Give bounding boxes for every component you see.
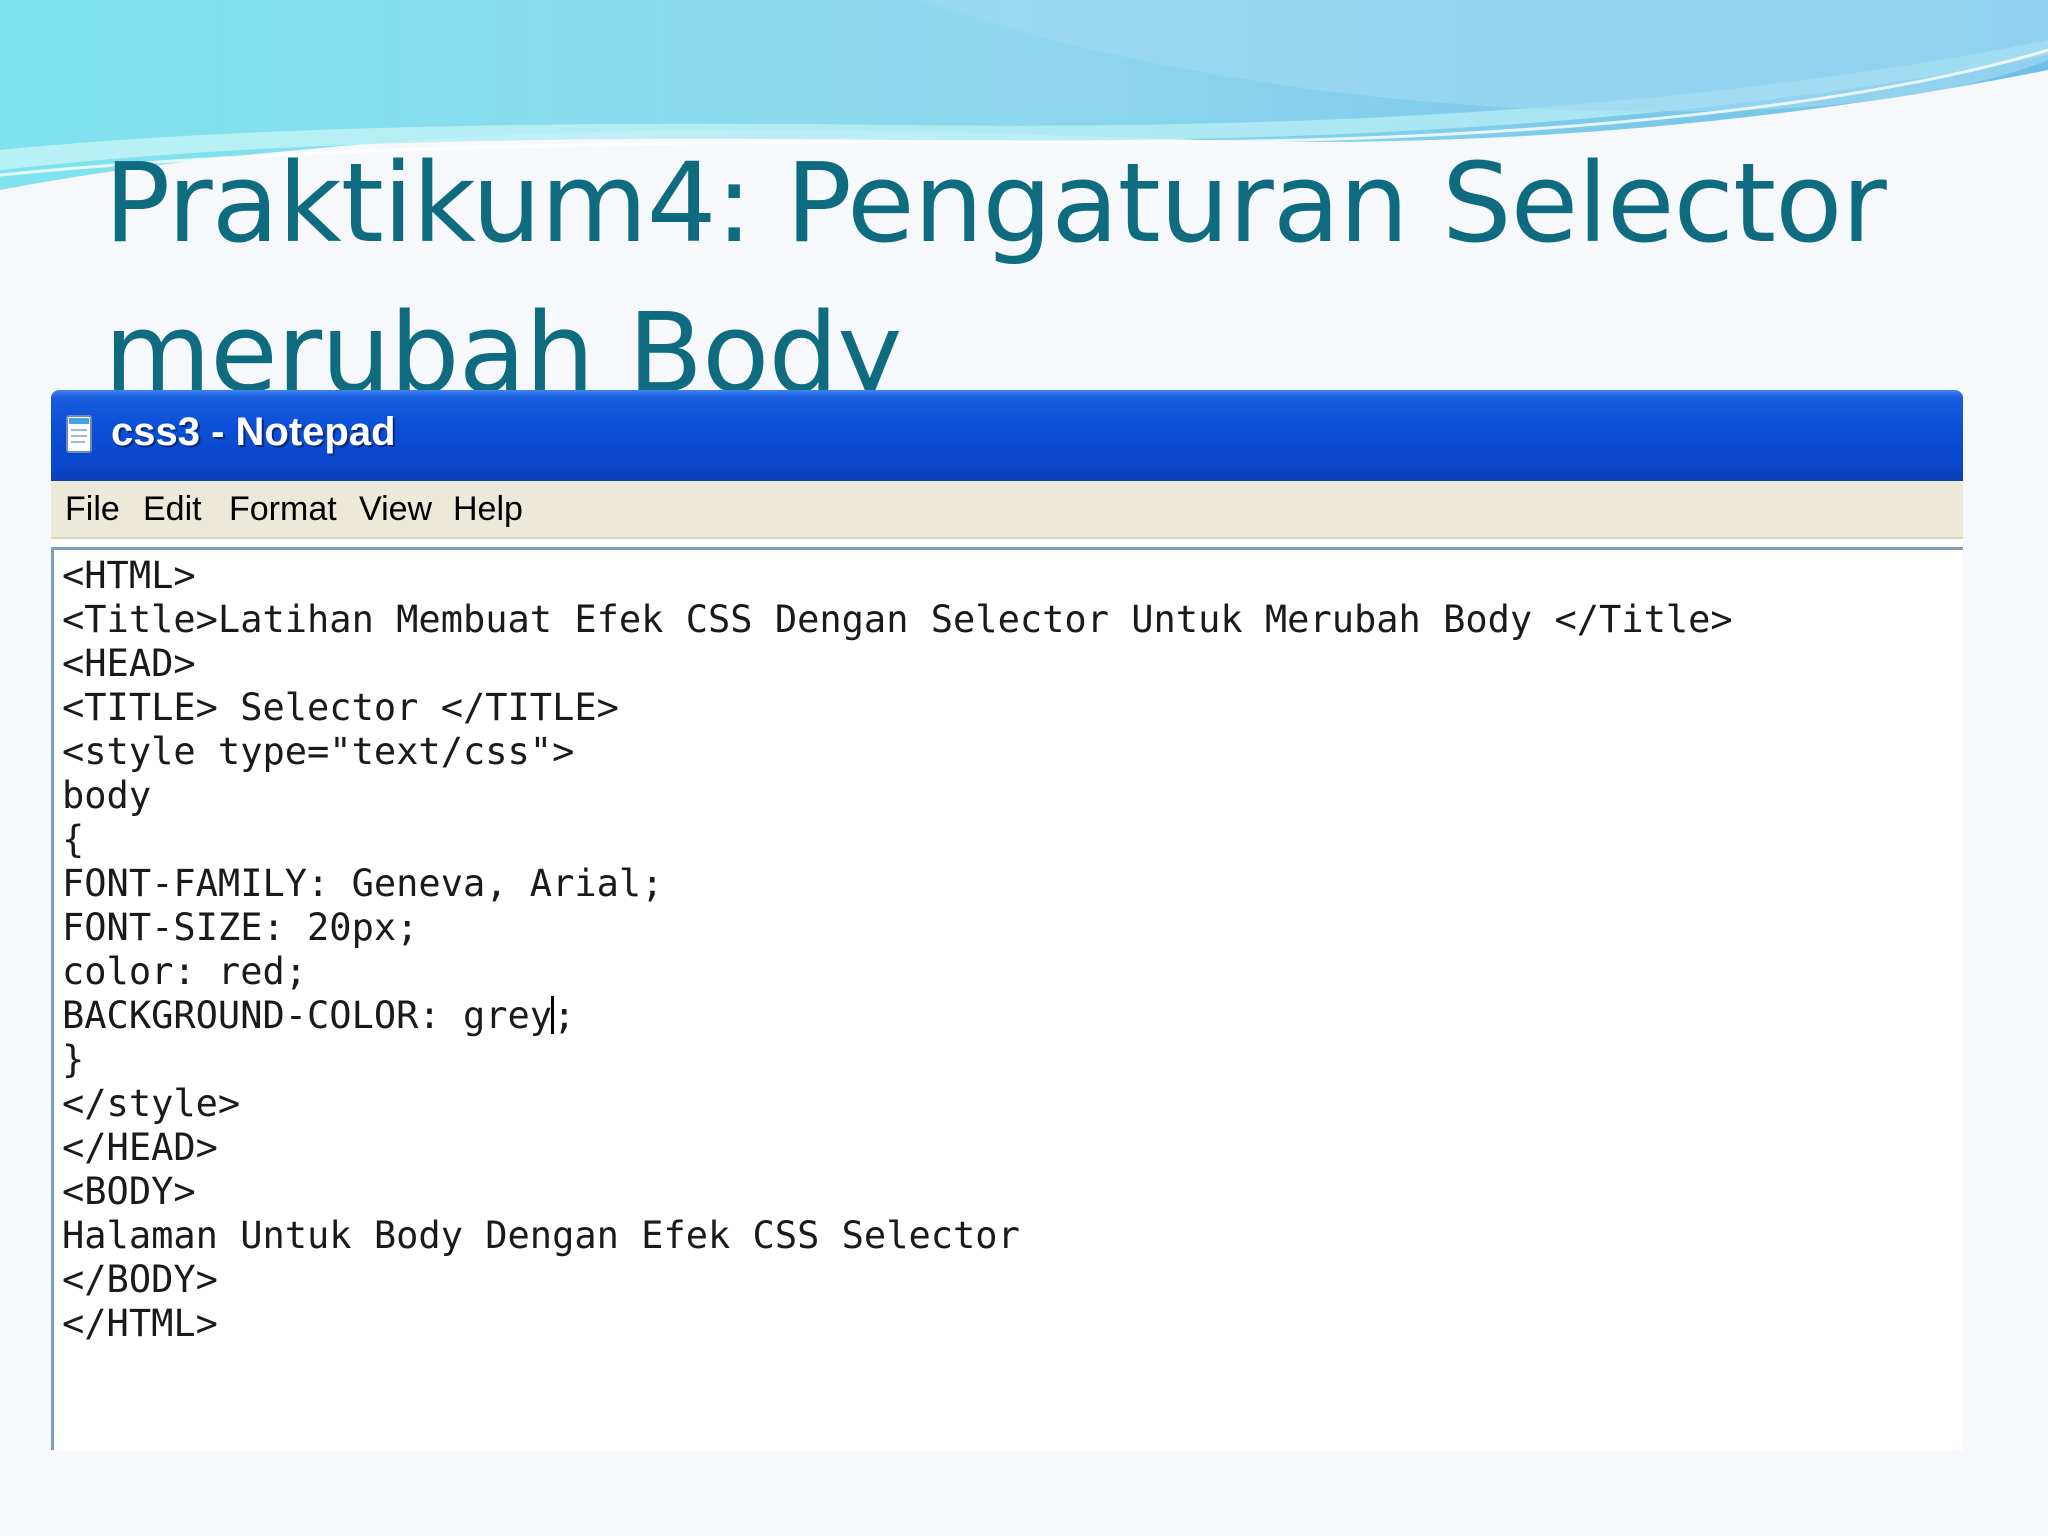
window-title: css3 - Notepad [111,410,396,454]
code-line: Halaman Untuk Body Dengan Efek CSS Selec… [62,1214,1020,1257]
code-line: </HEAD> [62,1126,218,1169]
code-line: <TITLE> Selector </TITLE> [62,686,619,729]
code-line: </HTML> [62,1302,218,1345]
code-line: body [62,774,152,817]
code-line: <style type="text/css"> [62,730,575,773]
menu-edit[interactable]: Edit [143,489,202,529]
code-line: } [62,1038,85,1081]
menu-bar: File Edit Format View Help [51,481,1963,539]
code-line: FONT-SIZE: 20px; [62,906,419,949]
code-line: color: red; [62,950,308,993]
slide-title-line-2: merubah Body [104,289,902,390]
code-line-suffix: ; [553,994,576,1037]
code-line: </BODY> [62,1258,218,1301]
text-editor-area[interactable]: <HTML> <Title>Latihan Membuat Efek CSS D… [51,547,1963,1450]
code-line: FONT-FAMILY: Geneva, Arial; [62,862,664,905]
menu-view[interactable]: View [359,489,432,529]
menu-format[interactable]: Format [229,489,337,529]
code-line: <HTML> [62,554,196,597]
code-line: { [62,818,85,861]
notepad-icon [66,415,92,453]
code-line-text: BACKGROUND-COLOR: grey [62,994,553,1037]
code-line: </style> [62,1082,241,1125]
menu-help[interactable]: Help [453,489,523,529]
window-titlebar[interactable]: css3 - Notepad [51,390,1963,481]
code-line: <HEAD> [62,642,196,685]
menu-file[interactable]: File [65,489,120,529]
code-line-with-caret: BACKGROUND-COLOR: grey; [62,994,575,1038]
notepad-window: css3 - Notepad File Edit Format View Hel… [51,390,1963,1450]
slide-title-line-1: Praktikum4: Pengaturan Selector [104,139,1887,267]
code-line: <BODY> [62,1170,196,1213]
code-line: <Title>Latihan Membuat Efek CSS Dengan S… [62,598,1733,641]
slide-title: Praktikum4: Pengaturan Selector merubah … [104,128,2004,390]
